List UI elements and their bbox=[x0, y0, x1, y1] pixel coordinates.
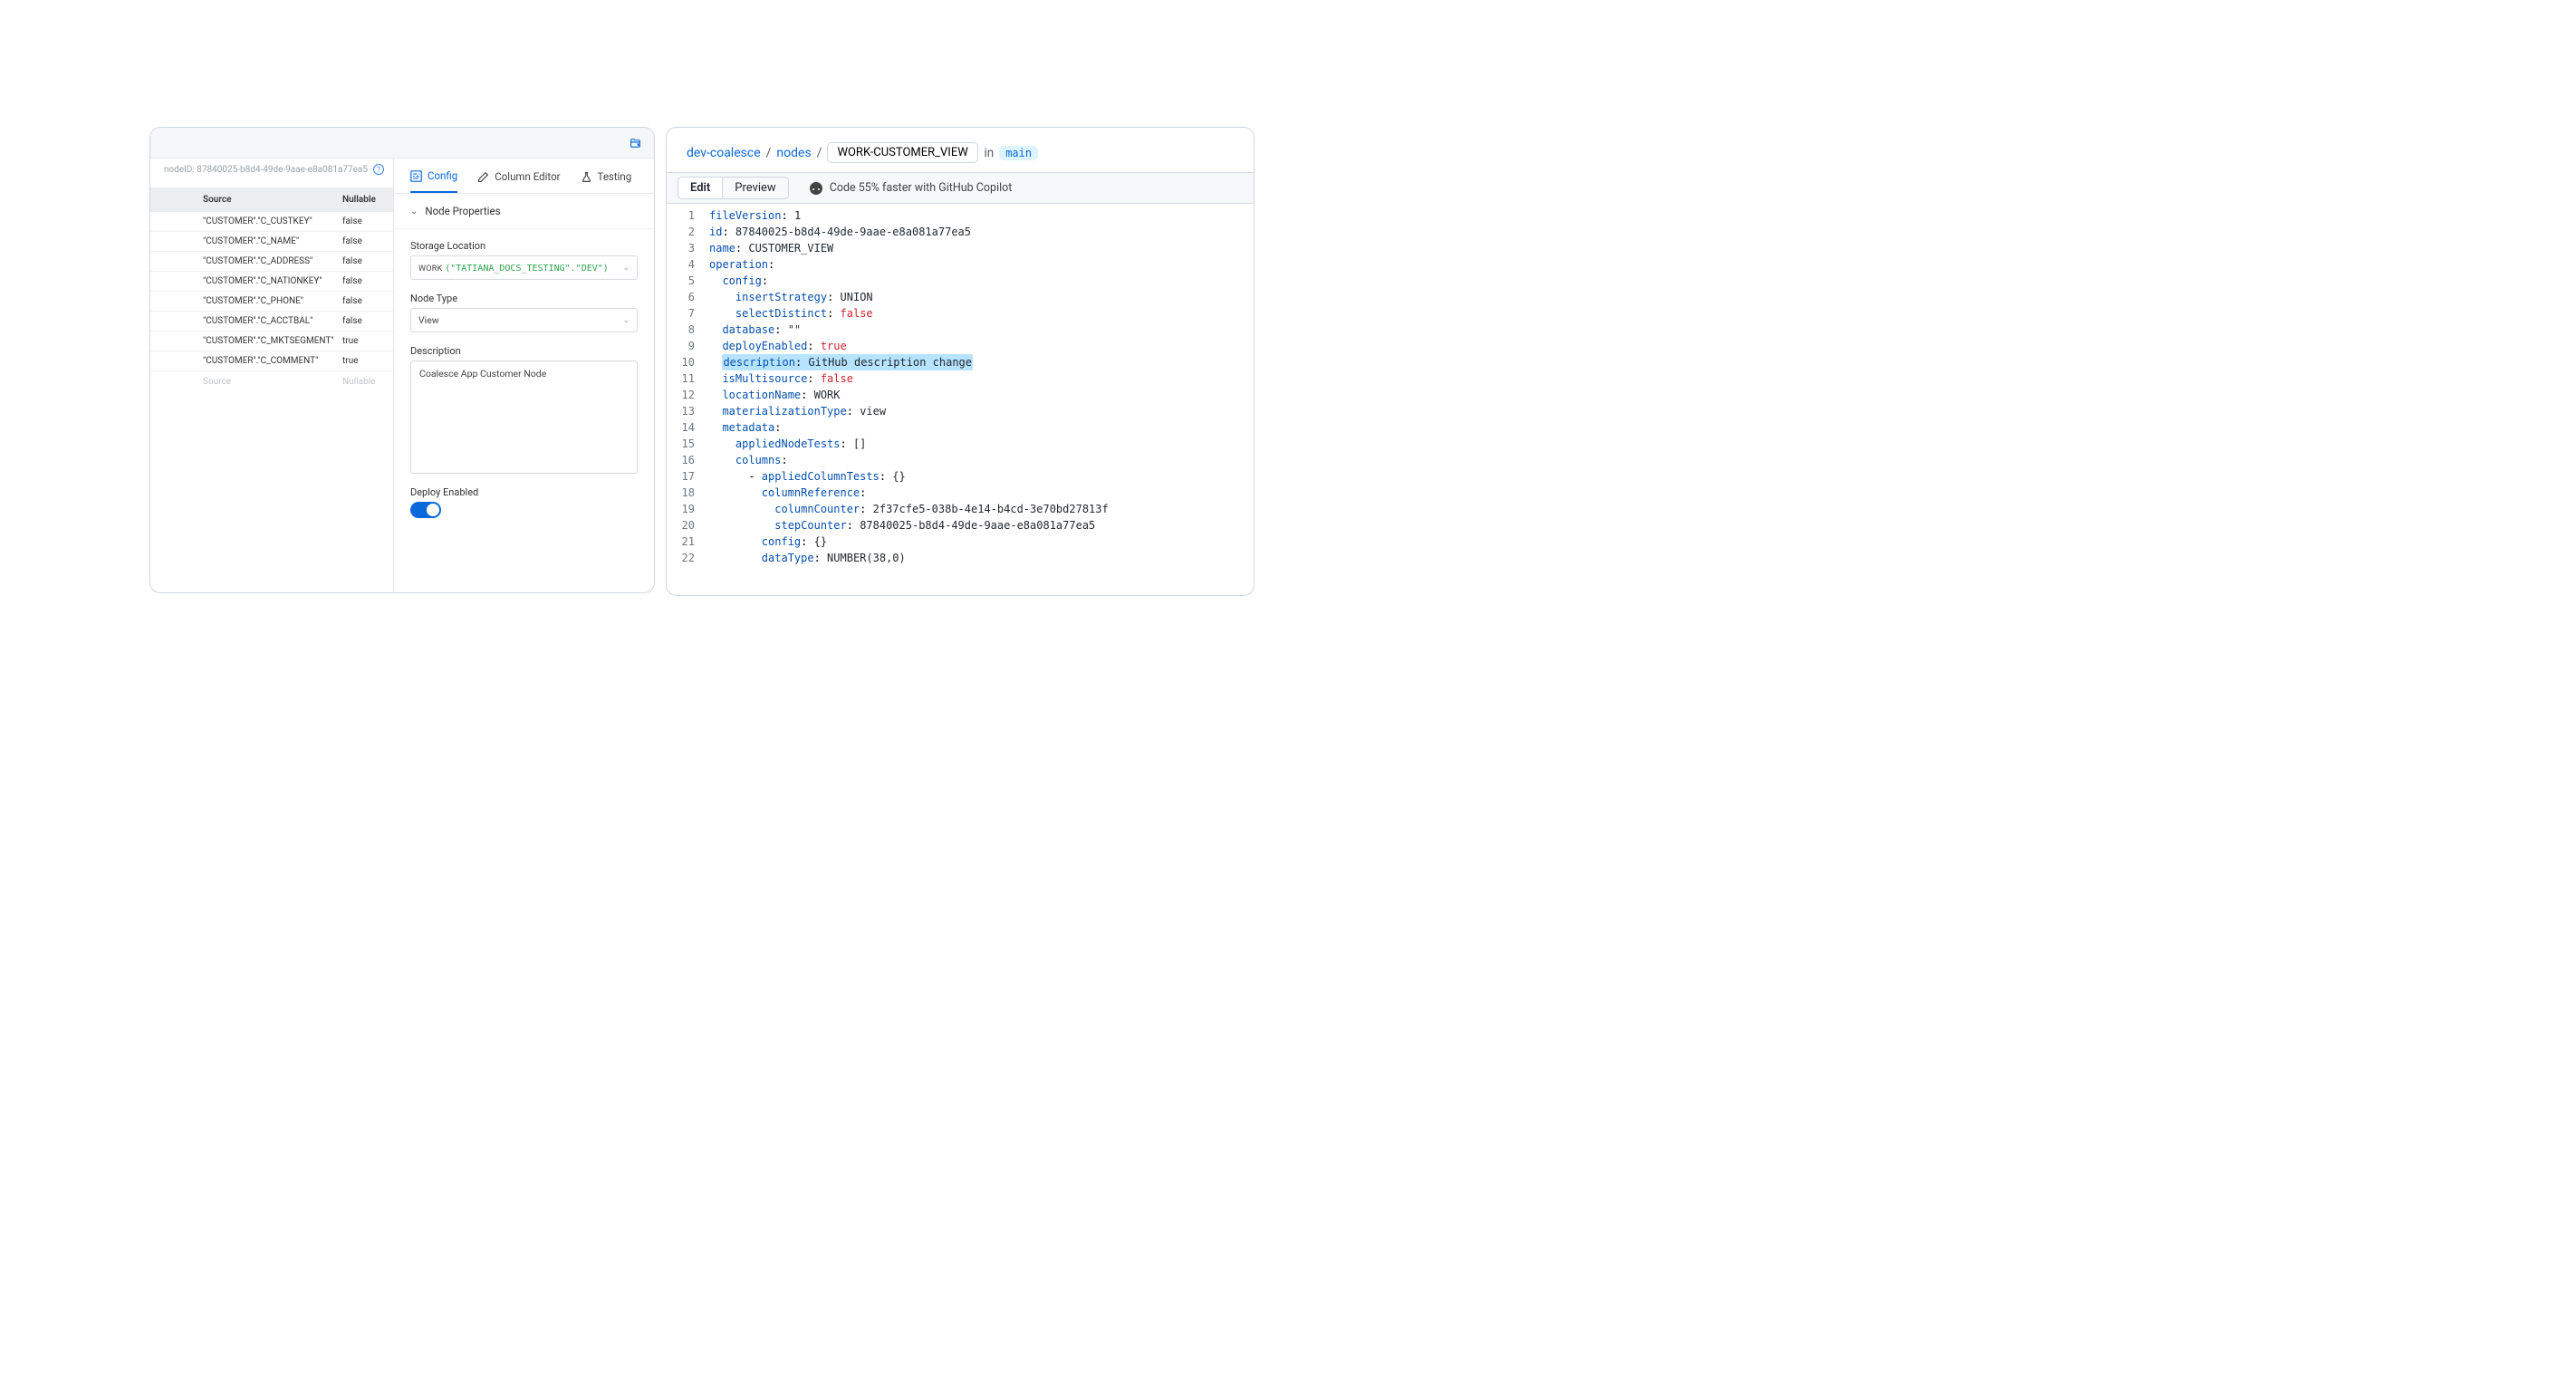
help-icon[interactable]: ? bbox=[373, 164, 384, 175]
source-column-list: nodeID: 87840025-b8d4-49de-9aae-e8a081a7… bbox=[150, 159, 393, 592]
table-row[interactable]: "CUSTOMER"."C_NATIONKEY"false bbox=[150, 272, 393, 292]
header-source: Source bbox=[150, 187, 342, 212]
table-row[interactable]: "CUSTOMER"."C_NAME"false bbox=[150, 232, 393, 252]
left-toolbar bbox=[150, 128, 654, 159]
sliders-icon bbox=[410, 170, 422, 182]
tab-column-editor[interactable]: Column Editor bbox=[477, 169, 560, 193]
chevron-down-icon: ⌄ bbox=[622, 316, 630, 325]
deploy-enabled-toggle[interactable] bbox=[410, 502, 441, 518]
table-row[interactable]: "CUSTOMER"."C_PHONE"false bbox=[150, 292, 393, 312]
pencil-icon bbox=[477, 171, 489, 183]
table-row[interactable]: "CUSTOMER"."C_COMMENT"true bbox=[150, 351, 393, 371]
description-label: Description bbox=[410, 345, 638, 357]
source-table-header: Source Nullable bbox=[150, 187, 393, 212]
preview-tab[interactable]: Preview bbox=[722, 178, 787, 198]
editor-toolbar: Edit Preview Code 55% faster with GitHub… bbox=[667, 172, 1254, 204]
header-nullable: Nullable bbox=[342, 187, 393, 212]
breadcrumb: dev-coalesce / nodes / in main bbox=[667, 128, 1254, 172]
node-properties-header[interactable]: ⌄ Node Properties bbox=[394, 194, 654, 229]
table-row[interactable]: "CUSTOMER"."C_ADDRESS"false bbox=[150, 252, 393, 272]
edit-tab[interactable]: Edit bbox=[678, 178, 722, 198]
storage-location-label: Storage Location bbox=[410, 240, 638, 252]
storage-location-select[interactable]: WORK ("TATIANA_DOCS_TESTING"."DEV") ⌄ bbox=[410, 255, 638, 280]
folder-delete-icon[interactable] bbox=[630, 137, 641, 149]
deploy-enabled-label: Deploy Enabled bbox=[410, 486, 638, 498]
source-table-footer: Source Nullable bbox=[150, 371, 393, 392]
coalesce-node-panel: nodeID: 87840025-b8d4-49de-9aae-e8a081a7… bbox=[149, 127, 655, 593]
node-type-label: Node Type bbox=[410, 293, 638, 304]
table-row[interactable]: "CUSTOMER"."C_CUSTKEY"false bbox=[150, 212, 393, 232]
flask-icon bbox=[581, 171, 592, 183]
node-id-text: nodeID: 87840025-b8d4-49de-9aae-e8a081a7… bbox=[164, 165, 368, 175]
breadcrumb-repo[interactable]: dev-coalesce bbox=[687, 146, 761, 160]
chevron-down-icon: ⌄ bbox=[622, 264, 630, 273]
filename-input[interactable] bbox=[827, 142, 978, 163]
tab-config[interactable]: Config bbox=[410, 169, 457, 193]
table-row[interactable]: "CUSTOMER"."C_ACCTBAL"false bbox=[150, 312, 393, 332]
copilot-icon bbox=[809, 181, 823, 196]
breadcrumb-folder[interactable]: nodes bbox=[776, 146, 811, 160]
tab-testing[interactable]: Testing bbox=[581, 169, 632, 193]
chevron-down-icon: ⌄ bbox=[410, 207, 418, 216]
config-pane: Config Column Editor Testing ⌄ Node Prop… bbox=[393, 159, 654, 592]
node-type-select[interactable]: View ⌄ bbox=[410, 308, 638, 332]
description-textarea[interactable]: Coalesce App Customer Node bbox=[410, 360, 638, 474]
table-row[interactable]: "CUSTOMER"."C_MKTSEGMENT"true bbox=[150, 332, 393, 351]
code-editor[interactable]: 12345678910111213141516171819202122 file… bbox=[667, 204, 1254, 570]
copilot-promo[interactable]: Code 55% faster with GitHub Copilot bbox=[809, 181, 1013, 196]
github-editor-panel: dev-coalesce / nodes / in main Edit Prev… bbox=[666, 127, 1254, 596]
branch-badge[interactable]: main bbox=[999, 146, 1038, 160]
